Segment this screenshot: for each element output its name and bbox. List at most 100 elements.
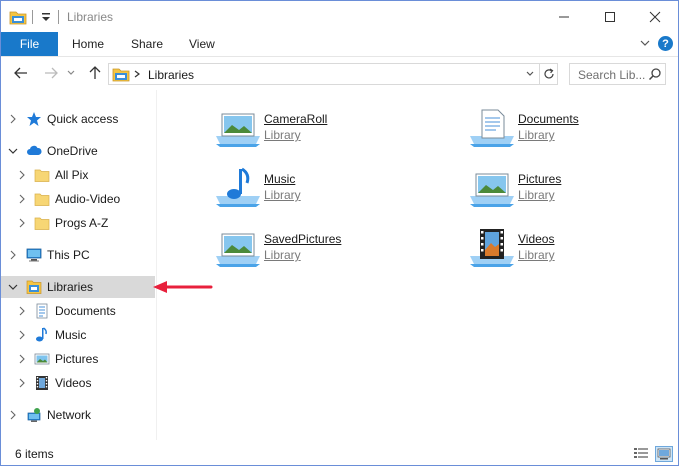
star-icon bbox=[27, 112, 41, 126]
library-savedpictures[interactable]: SavedPictures Library bbox=[214, 226, 414, 276]
nav-item-libraries[interactable]: Libraries bbox=[1, 276, 155, 298]
library-pictures[interactable]: Pictures Library bbox=[468, 166, 668, 216]
library-name: Videos bbox=[518, 232, 555, 246]
large-icons-view-button[interactable] bbox=[655, 446, 673, 462]
nav-item-this-pc[interactable]: This PC bbox=[1, 244, 155, 266]
nav-item-all-pix[interactable]: All Pix bbox=[1, 164, 155, 186]
arrow-left-icon bbox=[14, 67, 27, 79]
search-input[interactable]: Search Lib... bbox=[578, 68, 645, 82]
arrow-up-icon bbox=[89, 66, 101, 79]
back-button[interactable] bbox=[11, 63, 31, 83]
chevron-down-icon bbox=[67, 70, 75, 75]
window-title: Libraries bbox=[67, 10, 114, 24]
nav-label: Music bbox=[55, 328, 87, 342]
help-button[interactable]: ? bbox=[658, 36, 673, 51]
nav-label: Pictures bbox=[55, 352, 99, 366]
nav-item-documents[interactable]: Documents bbox=[1, 300, 155, 322]
chevron-right-icon[interactable] bbox=[8, 113, 18, 125]
title-separator bbox=[58, 10, 59, 24]
picture-library-icon bbox=[216, 233, 260, 267]
large-icons-view-icon bbox=[657, 448, 671, 460]
nav-label: Documents bbox=[55, 304, 116, 318]
nav-item-progs-a-z[interactable]: Progs A-Z bbox=[1, 212, 155, 234]
nav-item-quick-access[interactable]: Quick access bbox=[1, 108, 155, 130]
chevron-right-icon[interactable] bbox=[17, 353, 27, 365]
folder-library-icon[interactable] bbox=[9, 9, 27, 25]
explorer-window: Libraries File Home Share View ? Librari… bbox=[0, 0, 679, 466]
library-name: CameraRoll bbox=[264, 112, 328, 126]
chevron-right-icon[interactable] bbox=[8, 409, 18, 421]
expand-ribbon-icon[interactable] bbox=[639, 37, 651, 49]
address-dropdown-button[interactable] bbox=[521, 65, 539, 83]
tab-file[interactable]: File bbox=[1, 32, 58, 56]
nav-item-pictures[interactable]: Pictures bbox=[1, 348, 155, 370]
nav-label: OneDrive bbox=[47, 144, 98, 158]
library-music[interactable]: Music Library bbox=[214, 166, 414, 216]
search-box[interactable]: Search Lib... bbox=[569, 63, 666, 85]
address-path[interactable]: Libraries bbox=[148, 68, 194, 82]
tab-view[interactable]: View bbox=[189, 37, 215, 51]
network-icon bbox=[27, 408, 41, 422]
nav-item-audio-video[interactable]: Audio-Video bbox=[1, 188, 155, 210]
chevron-down-icon[interactable] bbox=[8, 281, 18, 293]
close-button[interactable] bbox=[632, 1, 678, 32]
recent-locations-button[interactable] bbox=[64, 63, 78, 83]
chevron-right-icon[interactable] bbox=[17, 193, 27, 205]
navigation-bar: Libraries Search Lib... bbox=[1, 56, 678, 90]
nav-item-music[interactable]: Music bbox=[1, 324, 155, 346]
nav-label: This PC bbox=[47, 248, 90, 262]
videos-library-icon bbox=[470, 229, 514, 267]
nav-label: Videos bbox=[55, 376, 92, 390]
computer-icon bbox=[26, 248, 42, 262]
libraries-icon bbox=[112, 68, 130, 82]
customize-toolbar-icon[interactable] bbox=[39, 8, 53, 24]
pictures-icon bbox=[34, 353, 50, 365]
tab-share[interactable]: Share bbox=[131, 37, 163, 51]
chevron-right-icon[interactable] bbox=[17, 377, 27, 389]
arrow-right-icon bbox=[45, 67, 58, 79]
close-icon bbox=[649, 11, 661, 22]
tab-home[interactable]: Home bbox=[72, 37, 104, 51]
nav-label: All Pix bbox=[55, 168, 89, 182]
up-button[interactable] bbox=[85, 63, 105, 83]
title-bar: Libraries bbox=[1, 1, 678, 32]
minimize-button[interactable] bbox=[541, 1, 587, 32]
details-view-icon[interactable] bbox=[633, 447, 649, 461]
chevron-right-icon[interactable] bbox=[8, 249, 18, 261]
annotation-arrow-icon bbox=[153, 281, 213, 293]
nav-label: Progs A-Z bbox=[55, 216, 109, 230]
chevron-right-icon[interactable] bbox=[17, 305, 27, 317]
nav-label: Audio-Video bbox=[55, 192, 121, 206]
library-cameraroll[interactable]: CameraRoll Library bbox=[214, 106, 414, 156]
chevron-right-icon[interactable] bbox=[132, 66, 142, 82]
library-type: Library bbox=[518, 188, 555, 202]
folder-icon bbox=[34, 169, 50, 182]
search-icon[interactable] bbox=[648, 67, 662, 81]
refresh-button[interactable] bbox=[539, 64, 558, 84]
chevron-right-icon[interactable] bbox=[17, 169, 27, 181]
chevron-right-icon[interactable] bbox=[17, 217, 27, 229]
library-name: Documents bbox=[518, 112, 579, 126]
chevron-down-icon[interactable] bbox=[8, 145, 18, 157]
nav-item-videos[interactable]: Videos bbox=[1, 372, 155, 394]
library-type: Library bbox=[264, 128, 301, 142]
library-videos[interactable]: Videos Library bbox=[468, 226, 668, 276]
nav-item-onedrive[interactable]: OneDrive bbox=[1, 140, 155, 162]
picture-library-icon bbox=[470, 173, 514, 207]
address-bar[interactable]: Libraries bbox=[108, 63, 558, 85]
library-type: Library bbox=[264, 188, 301, 202]
library-type: Library bbox=[264, 248, 301, 262]
file-list: CameraRoll Library Documents Library Mus… bbox=[158, 90, 678, 440]
library-documents[interactable]: Documents Library bbox=[468, 106, 668, 156]
nav-item-network[interactable]: Network bbox=[1, 404, 155, 426]
chevron-down-icon bbox=[526, 71, 534, 76]
documents-icon bbox=[36, 303, 48, 319]
item-count: 6 items bbox=[15, 447, 54, 461]
chevron-right-icon[interactable] bbox=[17, 329, 27, 341]
forward-button[interactable] bbox=[41, 63, 61, 83]
libraries-icon bbox=[26, 280, 42, 294]
maximize-button[interactable] bbox=[587, 1, 633, 32]
navigation-pane: Quick access OneDrive All Pix Audio-Vide… bbox=[1, 90, 157, 440]
picture-library-icon bbox=[216, 113, 260, 147]
library-name: Music bbox=[264, 172, 296, 186]
